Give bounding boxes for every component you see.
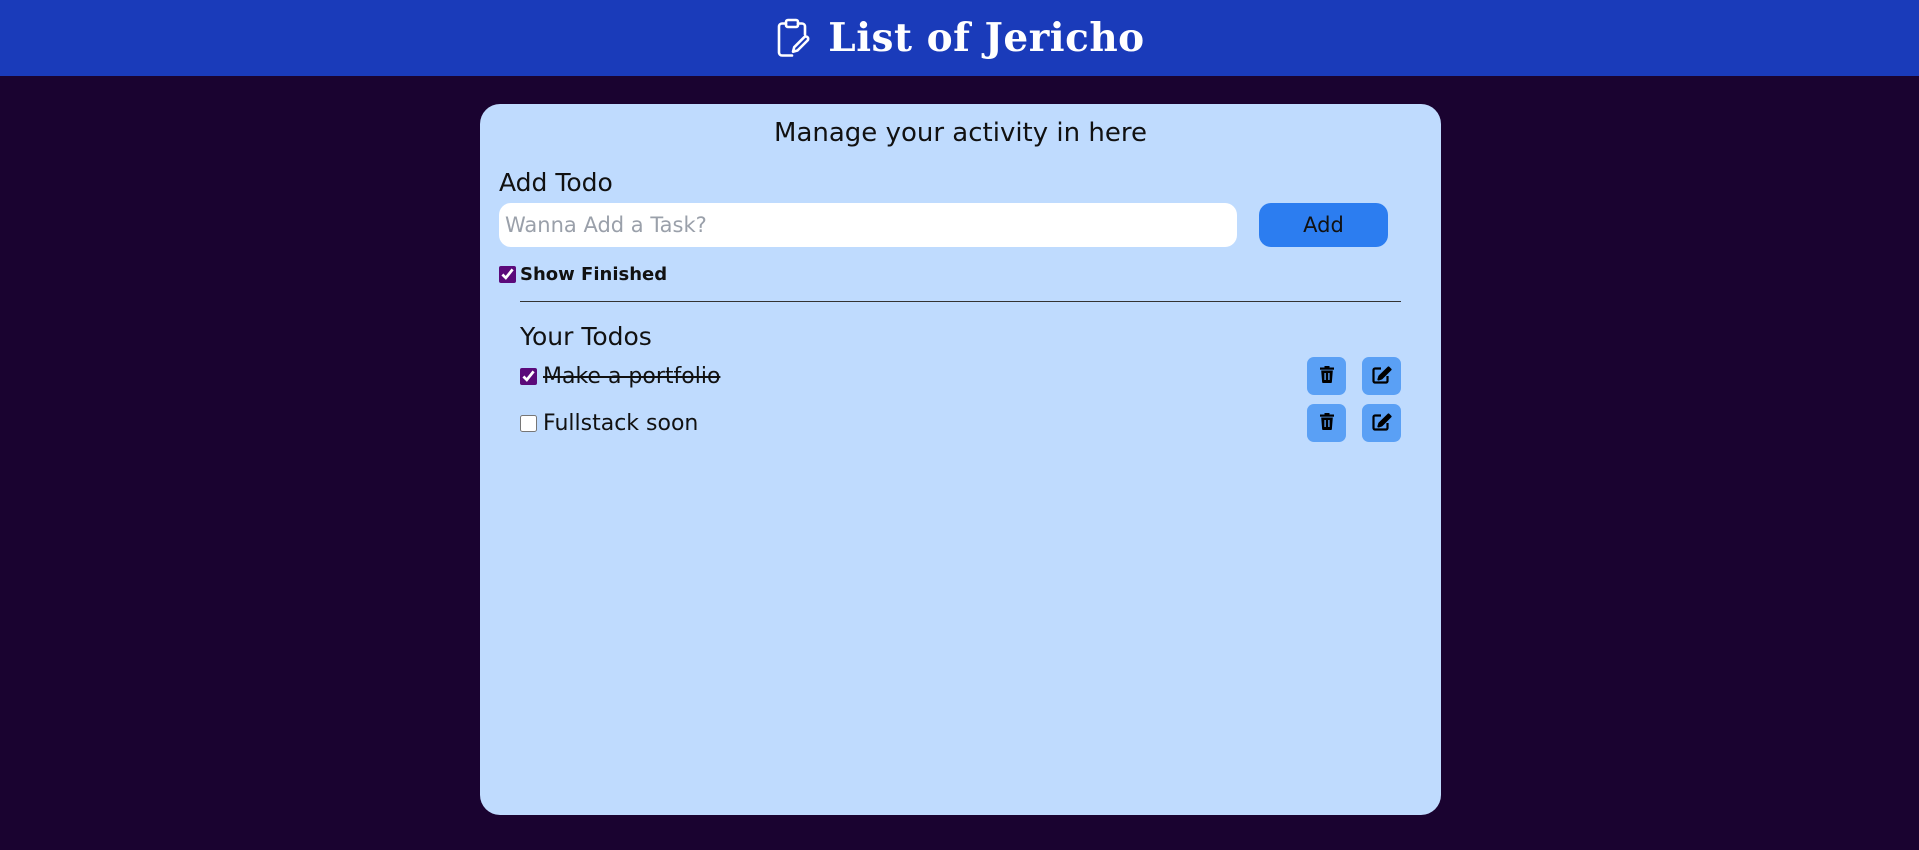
divider [520, 301, 1401, 302]
edit-icon [1371, 365, 1392, 387]
todo-card: Manage your activity in here Add Todo Ad… [480, 104, 1441, 815]
delete-button[interactable] [1307, 357, 1346, 395]
add-todo-heading: Add Todo [499, 168, 613, 197]
clipboard-edit-icon [774, 18, 812, 58]
todo-text: Make a portfolio [543, 363, 721, 389]
add-button[interactable]: Add [1259, 203, 1388, 247]
todo-checkbox[interactable] [520, 414, 537, 432]
delete-button[interactable] [1307, 404, 1346, 442]
todo-item: Make a portfolio [520, 357, 1401, 395]
app-header: List of Jericho [0, 0, 1919, 76]
todo-text: Fullstack soon [543, 410, 699, 436]
your-todos-heading: Your Todos [520, 322, 652, 351]
card-title: Manage your activity in here [774, 118, 1147, 148]
app-title: List of Jericho [828, 15, 1145, 61]
trash-icon [1319, 413, 1334, 433]
edit-icon [1371, 412, 1392, 434]
show-finished-checkbox[interactable] [499, 266, 516, 283]
edit-button[interactable] [1362, 404, 1401, 442]
todo-checkbox[interactable] [520, 367, 537, 385]
todo-input[interactable] [499, 203, 1237, 247]
todo-item: Fullstack soon [520, 404, 1401, 442]
trash-icon [1319, 366, 1334, 386]
show-finished-toggle[interactable]: Show Finished [499, 264, 667, 285]
edit-button[interactable] [1362, 357, 1401, 395]
show-finished-label: Show Finished [520, 264, 668, 285]
